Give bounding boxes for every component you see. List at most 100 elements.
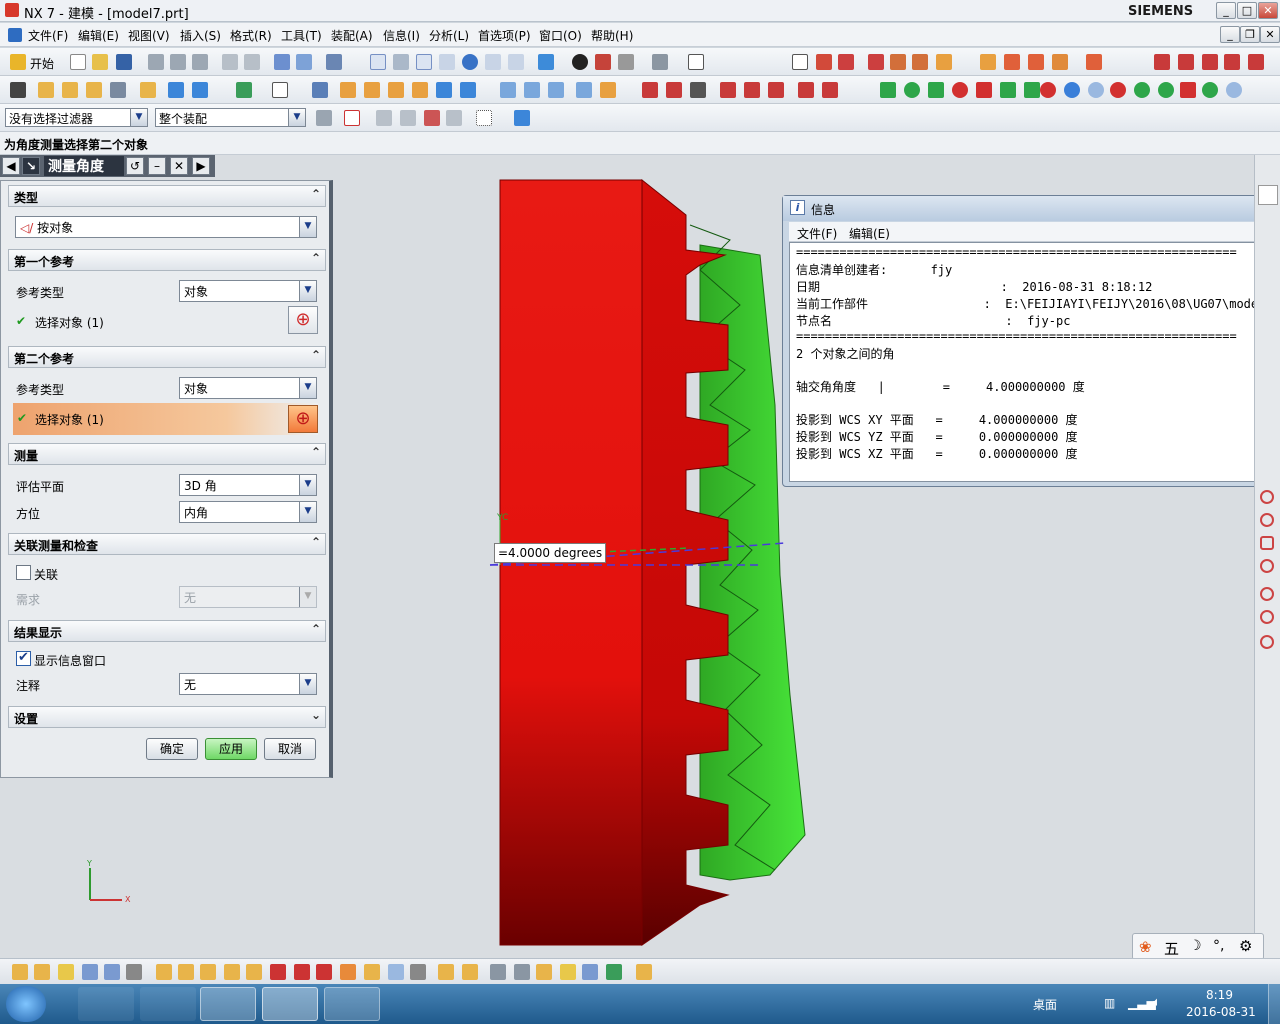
snap-point-5[interactable] xyxy=(976,82,992,98)
measure-tool-icon-3[interactable] xyxy=(1260,536,1274,550)
paste-icon[interactable] xyxy=(192,54,208,70)
section-associative[interactable]: 关联测量和检查 ⌃ xyxy=(8,533,326,555)
pattern-icon[interactable] xyxy=(436,82,452,98)
doc-minimize-button[interactable]: _ xyxy=(1220,26,1240,43)
clock-date[interactable]: 2016-08-31 xyxy=(1186,1005,1256,1019)
sync-icon-3[interactable] xyxy=(548,82,564,98)
taskbar-nx-icon[interactable] xyxy=(262,987,318,1021)
view-cube-icon[interactable] xyxy=(538,54,554,70)
magnify-icon[interactable] xyxy=(439,54,455,70)
cylinder-icon[interactable] xyxy=(192,82,208,98)
trim-body-icon[interactable] xyxy=(312,82,328,98)
extrude-icon[interactable] xyxy=(38,82,54,98)
cut-icon[interactable] xyxy=(148,54,164,70)
measure-distance-icon[interactable] xyxy=(890,54,906,70)
type-select[interactable]: ◁/ 按对象 ▼ xyxy=(15,216,317,238)
body-select-icon[interactable] xyxy=(514,110,530,126)
snap-point-14[interactable] xyxy=(1180,82,1196,98)
bottom-tool-19[interactable] xyxy=(438,964,454,980)
menu-analysis[interactable]: 分析(L) xyxy=(429,27,469,44)
edit-object-icon[interactable] xyxy=(274,54,290,70)
start-orb-icon[interactable] xyxy=(6,986,46,1022)
scope-select[interactable]: 整个装配 ▼ xyxy=(155,108,306,127)
snap-point-8[interactable] xyxy=(1040,82,1056,98)
cancel-button[interactable]: 取消 xyxy=(264,738,316,760)
render-icon[interactable] xyxy=(595,54,611,70)
info-menu-edit[interactable]: 编辑(E) xyxy=(849,225,890,242)
curve-tool-3[interactable] xyxy=(690,82,706,98)
measure-angle-icon[interactable] xyxy=(912,54,928,70)
section-icon[interactable] xyxy=(652,54,668,70)
section-type[interactable]: 类型 ⌃ xyxy=(8,185,326,207)
maximize-button[interactable]: □ xyxy=(1237,2,1257,19)
snap-point-15[interactable] xyxy=(1202,82,1218,98)
measure-tool-icon-5[interactable] xyxy=(1260,587,1274,601)
shell-icon[interactable] xyxy=(388,82,404,98)
curve-tool-1[interactable] xyxy=(642,82,658,98)
bottom-tool-13[interactable] xyxy=(294,964,310,980)
bottom-tool-18[interactable] xyxy=(410,964,426,980)
zoom-icon[interactable] xyxy=(393,54,409,70)
pocket-icon[interactable] xyxy=(140,82,156,98)
boss-icon[interactable] xyxy=(110,82,126,98)
tool-icon[interactable] xyxy=(326,54,342,70)
undo-icon[interactable] xyxy=(222,54,238,70)
draft-icon[interactable] xyxy=(412,82,428,98)
bottom-tool-22[interactable] xyxy=(514,964,530,980)
curve-icon-2[interactable] xyxy=(1178,54,1194,70)
point-icon[interactable] xyxy=(838,54,854,70)
assembly-icon-5[interactable] xyxy=(1086,54,1102,70)
dialog-collapse-button[interactable]: ◀ xyxy=(2,157,20,175)
bottom-tool-4[interactable] xyxy=(82,964,98,980)
bottom-tool-15[interactable] xyxy=(340,964,356,980)
apply-button[interactable]: 应用 xyxy=(205,738,257,760)
menu-format[interactable]: 格式(R) xyxy=(230,27,272,44)
bottom-tool-23[interactable] xyxy=(536,964,552,980)
network-icon[interactable]: ▥ xyxy=(1104,996,1115,1010)
ime-mode[interactable]: 五 xyxy=(1164,938,1179,959)
unite-icon[interactable] xyxy=(236,82,252,98)
menu-view[interactable]: 视图(V) xyxy=(128,27,170,44)
snap-point-9[interactable] xyxy=(1064,82,1080,98)
start-button[interactable]: 开始 xyxy=(30,55,54,72)
measure-tool-icon-2[interactable] xyxy=(1260,513,1274,527)
snap-point-1[interactable] xyxy=(880,82,896,98)
ok-button[interactable]: 确定 xyxy=(146,738,198,760)
orient-select[interactable]: 内角 ▼ xyxy=(179,501,317,523)
eval-plane-select[interactable]: 3D 角 ▼ xyxy=(179,474,317,496)
surface-icon[interactable] xyxy=(600,82,616,98)
show-info-checkbox[interactable]: ✔ xyxy=(16,651,31,666)
taskbar-explorer-icon[interactable] xyxy=(200,987,256,1021)
snap-point-11[interactable] xyxy=(1110,82,1126,98)
bottom-tool-5[interactable] xyxy=(104,964,120,980)
info-menu-file[interactable]: 文件(F) xyxy=(797,225,837,242)
intersect-icon[interactable] xyxy=(868,54,884,70)
paw-icon[interactable]: ❀ xyxy=(1139,938,1152,956)
layer-icon[interactable] xyxy=(296,54,312,70)
rotate-icon[interactable] xyxy=(462,54,478,70)
punct-icon[interactable]: °, xyxy=(1213,938,1224,954)
menu-assembly[interactable]: 装配(A) xyxy=(331,27,373,44)
type-filter-select[interactable]: 没有选择过滤器 ▼ xyxy=(5,108,148,127)
volume-icon[interactable]: 🔈︎ xyxy=(1153,995,1161,1010)
snap-point-7[interactable] xyxy=(1024,82,1040,98)
taskbar-ggg-icon[interactable] xyxy=(324,987,380,1021)
bottom-tool-12[interactable] xyxy=(270,964,286,980)
bottom-tool-17[interactable] xyxy=(388,964,404,980)
mirror-icon[interactable] xyxy=(460,82,476,98)
wireframe-icon[interactable] xyxy=(618,54,634,70)
menu-edit[interactable]: 编辑(E) xyxy=(78,27,119,44)
start-icon[interactable] xyxy=(10,54,26,70)
curve-tool-4[interactable] xyxy=(720,82,736,98)
snap-point-2[interactable] xyxy=(904,82,920,98)
bottom-tool-16[interactable] xyxy=(364,964,380,980)
menu-help[interactable]: 帮助(H) xyxy=(591,27,633,44)
menu-window[interactable]: 窗口(O) xyxy=(539,27,582,44)
desktop-toolbar[interactable]: 桌面 xyxy=(1033,996,1057,1013)
bottom-tool-3[interactable] xyxy=(58,964,74,980)
select-icon-1[interactable] xyxy=(376,110,392,126)
revolve-icon[interactable] xyxy=(62,82,78,98)
menu-insert[interactable]: 插入(S) xyxy=(180,27,221,44)
fit-icon[interactable] xyxy=(370,54,386,70)
dialog-minimize-button[interactable]: – xyxy=(148,157,166,175)
